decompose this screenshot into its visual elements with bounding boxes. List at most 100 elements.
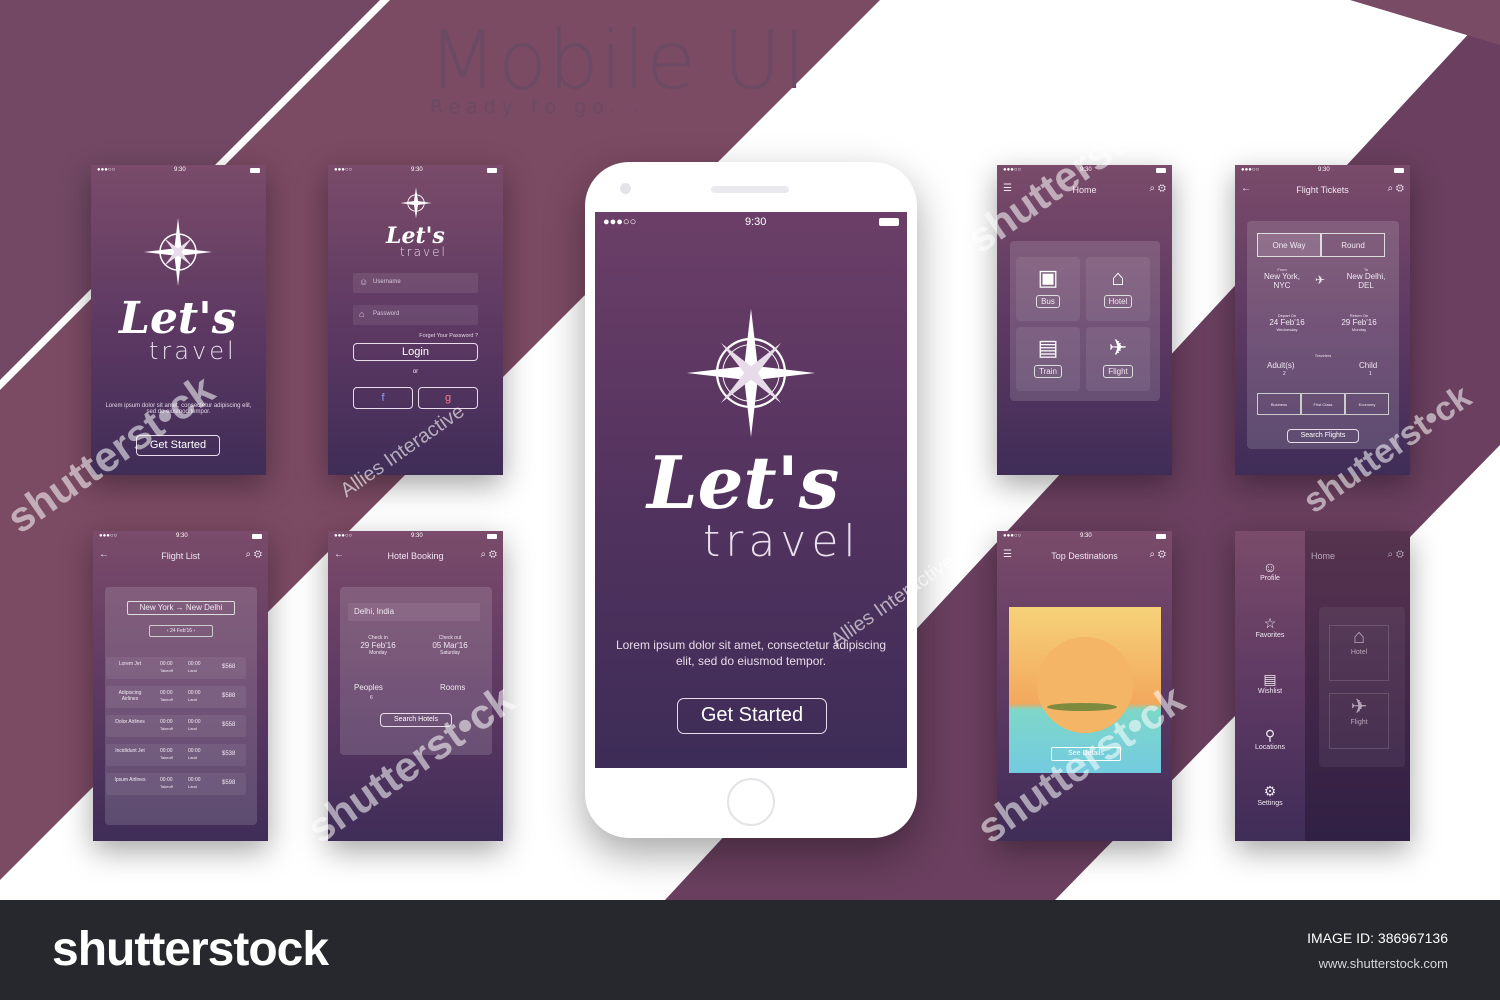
takeoff-label: Takeoff (160, 726, 173, 731)
return-day: Monday (1351, 327, 1367, 332)
site-url: www.shutterstock.com (1318, 956, 1448, 971)
tile-label: Flight (1350, 719, 1368, 726)
hotel-tile[interactable]: ⌂ Hotel (1086, 257, 1150, 321)
see-details-button[interactable]: See Details (1051, 747, 1121, 761)
clock: 9:30 (1080, 533, 1092, 539)
password-field[interactable]: ⌂ Password (353, 305, 478, 325)
search-icon[interactable]: ⌕ ⚙ (1388, 183, 1404, 194)
star-icon: ☆ (1263, 615, 1277, 631)
menu-item-label: Wishlist (1257, 688, 1283, 695)
travel-logo: travel (703, 516, 861, 567)
menu-item-label: Favorites (1255, 632, 1285, 639)
adults-stepper[interactable]: 2 (1283, 371, 1286, 377)
username-field[interactable]: ☺ Username (353, 273, 478, 293)
takeoff-label: Takeoff (160, 784, 173, 789)
signal-icon: ●●●○○ (97, 167, 116, 173)
search-icon[interactable]: ⌕ ⚙ (1388, 549, 1404, 560)
table-row[interactable]: Incididunt Jet 00:00 Takeoff 00:00 Land $538 (106, 744, 246, 766)
flight-tile[interactable]: ✈ Flight (1329, 693, 1389, 749)
tile-label: Bus (1036, 295, 1060, 308)
round-trip-toggle[interactable]: Round (1321, 233, 1385, 257)
class-business[interactable]: Business (1257, 393, 1301, 415)
menu-item-label: Profile (1260, 575, 1280, 582)
battery-icon (487, 168, 497, 173)
checkin-field[interactable]: Check in 29 Feb'16 Monday (348, 635, 408, 656)
from-field[interactable]: From New York, NYC (1257, 267, 1307, 290)
checkout-field[interactable]: Check out 05 Mar'16 Saturday (420, 635, 480, 656)
facebook-login-button[interactable]: f (353, 387, 413, 409)
screen-title: Flight List (161, 551, 200, 561)
battery-icon (1156, 168, 1166, 173)
signal-icon: ●●●○○ (99, 533, 118, 539)
get-started-button[interactable]: Get Started (677, 698, 827, 734)
search-icon[interactable]: ⌕ ⚙ (481, 549, 497, 560)
airline-name: Ipsum Airlines (114, 777, 146, 783)
menu-item-favorites[interactable]: ☆ Favorites (1235, 615, 1305, 639)
table-row[interactable]: Lorem Jet 00:00 Takeoff 00:00 Land $568 (106, 657, 246, 679)
peoples-count[interactable]: 6 (370, 695, 373, 701)
clock: 9:30 (1080, 167, 1092, 173)
island-graphic (1047, 703, 1117, 711)
destination-card[interactable]: See Details (1009, 607, 1161, 773)
search-flights-button[interactable]: Search Flights (1287, 429, 1359, 443)
class-first[interactable]: First Class (1301, 393, 1345, 415)
search-icon[interactable]: ⌕ ⚙ (246, 549, 262, 560)
menu-item-wishlist[interactable]: ▤ Wishlist (1235, 671, 1305, 695)
signal-icon: ●●●○○ (1003, 533, 1022, 539)
status-bar: ●●●○○ 9:30 (91, 165, 266, 177)
route-selector[interactable]: New York → New Delhi (127, 601, 235, 615)
peoples-label: Peoples (354, 683, 383, 692)
land-label: Land (188, 784, 197, 789)
menu-item-locations[interactable]: ⚲ Locations (1235, 727, 1305, 751)
signal-icon: ●●●○○ (1241, 167, 1260, 173)
train-tile[interactable]: ▤ Train (1016, 327, 1080, 391)
hotel-tile[interactable]: ⌂ Hotel (1329, 625, 1389, 681)
return-date-field[interactable]: Return On 29 Feb'16 Monday (1329, 313, 1389, 332)
price: $588 (222, 693, 236, 699)
takeoff-label: Takeoff (160, 697, 173, 702)
screen-title: Home (1072, 185, 1097, 195)
compass-icon (686, 308, 816, 438)
lets-logo: Let's (647, 440, 840, 525)
table-row[interactable]: Dolor Airlines 00:00 Takeoff 00:00 Land $558 (106, 715, 246, 737)
location-field[interactable]: Delhi, India (348, 603, 480, 621)
price: $598 (222, 780, 236, 786)
forgot-password-link[interactable]: Forget Your Password ? (419, 333, 478, 339)
status-bar: ●●●○○ 9:30 (997, 165, 1172, 177)
home-button[interactable] (727, 778, 775, 826)
menu-item-profile[interactable]: ☺ Profile (1235, 559, 1305, 582)
land-time: 00:00 (188, 748, 201, 754)
takeoff-time: 00:00 (160, 690, 173, 696)
depart-date-field[interactable]: Depart On 24 Feb'16 Wednesday (1257, 313, 1317, 332)
compass-icon (144, 218, 212, 286)
airplane-icon: ✈ (1315, 273, 1326, 287)
bus-icon: ▣ (1037, 265, 1059, 290)
get-started-button[interactable]: Get Started (136, 435, 220, 456)
to-field[interactable]: To New Delhi, DEL (1339, 267, 1393, 290)
speaker (711, 186, 789, 193)
bus-tile[interactable]: ▣ Bus (1016, 257, 1080, 321)
takeoff-label: Takeoff (160, 668, 173, 673)
flight-form-card: One Way Round From New York, NYC ✈ To New … (1247, 221, 1399, 449)
search-icon[interactable]: ⌕ ⚙ (1150, 549, 1166, 560)
search-hotels-button[interactable]: Search Hotels (380, 713, 452, 727)
child-stepper[interactable]: 1 (1369, 371, 1372, 377)
class-economy[interactable]: Economy (1345, 393, 1389, 415)
login-button[interactable]: Login (353, 343, 478, 361)
menu-item-settings[interactable]: ⚙ Settings (1235, 783, 1305, 807)
land-label: Land (188, 697, 197, 702)
table-row[interactable]: Adipiscing Airlines 00:00 Takeoff 00:00 Land… (106, 686, 246, 708)
search-icon[interactable]: ⌕ ⚙ (1150, 183, 1166, 194)
gear-icon: ⚙ (1263, 783, 1277, 799)
table-row[interactable]: Ipsum Airlines 00:00 Takeoff 00:00 Land $598 (106, 773, 246, 795)
takeoff-time: 00:00 (160, 719, 173, 725)
hotel-form-card: Delhi, India Check in 29 Feb'16 Monday C… (340, 587, 492, 755)
land-label: Land (188, 668, 197, 673)
phone-mockup: ●●●○○ 9:30 Let's travel Lorem ipsum dolo… (585, 162, 917, 838)
password-placeholder: Password (373, 311, 400, 317)
one-way-toggle[interactable]: One Way (1257, 233, 1321, 257)
battery-icon (252, 534, 262, 539)
google-login-button[interactable]: g (418, 387, 478, 409)
date-selector[interactable]: ‹ 24 Feb'16 › (149, 625, 213, 637)
flight-tile[interactable]: ✈ Flight (1086, 327, 1150, 391)
